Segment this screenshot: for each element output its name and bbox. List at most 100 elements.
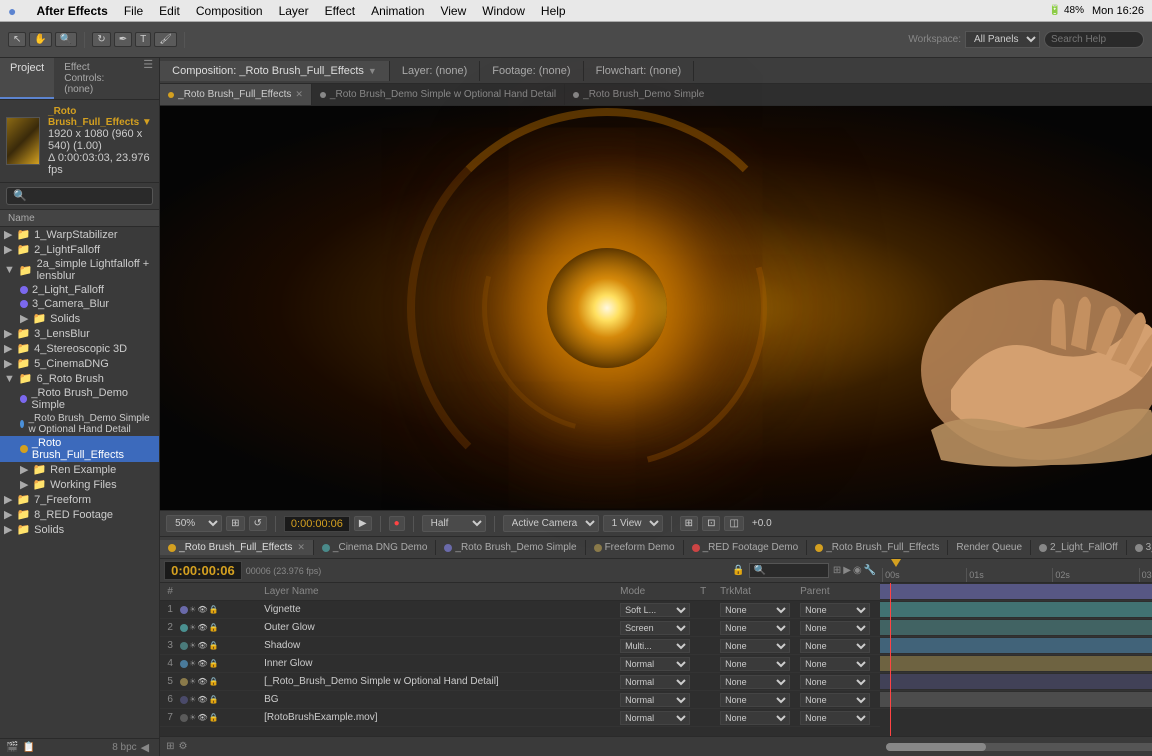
tl-tab-light-falloff[interactable]: 2_Light_FallOff bbox=[1031, 540, 1127, 555]
solo-icon[interactable]: ☀ bbox=[189, 713, 196, 722]
transparency-icon[interactable]: ◫ bbox=[724, 516, 743, 531]
tl-tab-freeform[interactable]: Freeform Demo bbox=[586, 540, 684, 555]
tree-item-3-camera-blur[interactable]: 3_Camera_Blur bbox=[0, 297, 159, 311]
viewer-tab-roto-full[interactable]: _Roto Brush_Full_Effects ✕ bbox=[160, 84, 312, 105]
project-search-input[interactable] bbox=[6, 187, 153, 205]
view-layout-select[interactable]: 1 View bbox=[603, 515, 663, 532]
menu-view[interactable]: View bbox=[440, 4, 466, 18]
tl-tool-4[interactable]: 🔧 bbox=[864, 565, 876, 576]
play-icon[interactable]: ▶ bbox=[354, 516, 372, 531]
parent-select-6[interactable]: None bbox=[800, 693, 870, 707]
tab-composition-roto-full[interactable]: Composition: _Roto Brush_Full_Effects ▼ bbox=[160, 61, 390, 81]
blend-mode-select-5[interactable]: Normal bbox=[620, 675, 690, 689]
tree-item-roto-full-effects[interactable]: _Roto Brush_Full_Effects bbox=[0, 436, 159, 462]
blend-mode-select-3[interactable]: Multi... bbox=[620, 639, 690, 653]
solo-icon[interactable]: ☀ bbox=[189, 641, 196, 650]
hand-tool[interactable]: ✋ bbox=[29, 32, 51, 47]
trkmat-select-5[interactable]: None bbox=[720, 675, 790, 689]
tl-bottom-icon-1[interactable]: ⊞ bbox=[166, 741, 174, 752]
record-icon[interactable]: ● bbox=[389, 516, 405, 531]
tree-item-ren-example[interactable]: ▶ 📁 Ren Example bbox=[0, 462, 159, 477]
viewer-tab-roto-simple[interactable]: _Roto Brush_Demo Simple bbox=[565, 84, 712, 105]
tab-project[interactable]: Project bbox=[0, 58, 54, 99]
text-tool[interactable]: T bbox=[135, 32, 151, 47]
parent-select-4[interactable]: None bbox=[800, 657, 870, 671]
tab-layer[interactable]: Layer: (none) bbox=[390, 61, 480, 81]
tl-tab-cinemadng[interactable]: _Cinema DNG Demo bbox=[314, 540, 436, 555]
tree-item-solids-1[interactable]: ▶ 📁 Solids bbox=[0, 311, 159, 326]
trkmat-select-6[interactable]: None bbox=[720, 693, 790, 707]
playhead-handle[interactable] bbox=[890, 559, 902, 582]
tree-item-freeform[interactable]: ▶ 📁 7_Freeform bbox=[0, 492, 159, 507]
track-bar-5[interactable] bbox=[880, 656, 1152, 671]
menu-effect[interactable]: Effect bbox=[325, 4, 355, 18]
lock-icon[interactable]: 🔒 bbox=[208, 695, 218, 704]
tree-item-cinemadng[interactable]: ▶ 📁 5_CinemaDNG bbox=[0, 356, 159, 371]
tree-item-rotobrush[interactable]: ▼ 📁 6_Roto Brush bbox=[0, 371, 159, 386]
tree-item-2-light-falloff[interactable]: 2_Light_Falloff bbox=[0, 283, 159, 297]
track-bar-1[interactable] bbox=[880, 584, 1152, 599]
track-bar-6[interactable] bbox=[880, 674, 1152, 689]
rotate-tool[interactable]: ↻ bbox=[92, 32, 110, 47]
tree-item-solids-2[interactable]: ▶ 📁 Solids bbox=[0, 522, 159, 537]
layer-row-1[interactable]: 1 ☀ 👁 🔒 Vignette So bbox=[160, 601, 880, 619]
tree-item-warpstabilizer[interactable]: ▶ 📁 1_WarpStabilizer bbox=[0, 227, 159, 242]
trkmat-select-3[interactable]: None bbox=[720, 639, 790, 653]
track-bar-2[interactable] bbox=[880, 602, 1152, 617]
tree-item-roto-simple[interactable]: _Roto Brush_Demo Simple bbox=[0, 386, 159, 412]
composition-viewer[interactable] bbox=[160, 106, 1152, 510]
new-comp-icon[interactable]: 📋 bbox=[22, 742, 34, 753]
blend-mode-select-7[interactable]: Normal bbox=[620, 711, 690, 725]
menu-edit[interactable]: Edit bbox=[159, 4, 180, 18]
menu-animation[interactable]: Animation bbox=[371, 4, 424, 18]
reset-view-icon[interactable]: ↺ bbox=[249, 516, 267, 531]
tab-footage[interactable]: Footage: (none) bbox=[480, 61, 583, 81]
solo-icon[interactable]: ☀ bbox=[189, 659, 196, 668]
tl-tab-render-queue[interactable]: Render Queue bbox=[948, 540, 1031, 555]
current-time-display[interactable]: 0:00:00:06 bbox=[164, 561, 242, 580]
overlay-icon[interactable]: ⊡ bbox=[702, 516, 720, 531]
solo-icon[interactable]: ☀ bbox=[189, 677, 196, 686]
menu-window[interactable]: Window bbox=[482, 4, 525, 18]
layer-row-6[interactable]: 6 ☀ 👁 🔒 BG Normal bbox=[160, 691, 880, 709]
tl-tab-roto-full[interactable]: _Roto Brush_Full_Effects ✕ bbox=[160, 540, 314, 555]
tab-flowchart[interactable]: Flowchart: (none) bbox=[584, 61, 695, 81]
trkmat-select-7[interactable]: None bbox=[720, 711, 790, 725]
timeline-search[interactable] bbox=[749, 563, 829, 578]
zoom-select[interactable]: 50%100%25% bbox=[166, 515, 222, 532]
tree-item-2a-simple[interactable]: ▼ 📁 2a_simple Lightfalloff + lensblur bbox=[0, 257, 159, 283]
track-bar-3[interactable] bbox=[880, 620, 1152, 635]
visibility-icon[interactable]: 👁 bbox=[197, 677, 207, 686]
tracks-scroll-bar[interactable] bbox=[880, 736, 1152, 756]
solo-icon[interactable]: ☀ bbox=[189, 623, 196, 632]
viewer-tab-roto-demo[interactable]: _Roto Brush_Demo Simple w Optional Hand … bbox=[312, 84, 565, 105]
scroll-left[interactable]: ◀ bbox=[141, 741, 149, 754]
quality-select[interactable]: HalfFullQuarter bbox=[422, 515, 486, 532]
tree-item-lightfalloff[interactable]: ▶ 📁 2_LightFalloff bbox=[0, 242, 159, 257]
view-mode-select[interactable]: Active Camera bbox=[503, 515, 599, 532]
parent-select-1[interactable]: None bbox=[800, 603, 870, 617]
zoom-tool[interactable]: 🔍 bbox=[55, 32, 77, 47]
tl-tool-2[interactable]: ▶ bbox=[843, 565, 851, 576]
tree-item-stereoscopic[interactable]: ▶ 📁 4_Stereoscopic 3D bbox=[0, 341, 159, 356]
visibility-icon[interactable]: 👁 bbox=[197, 659, 207, 668]
panel-menu-icon[interactable]: ☰ bbox=[137, 58, 159, 99]
layer-row-5[interactable]: 5 ☀ 👁 🔒 [_Roto_Brush_Demo Simple w Optio… bbox=[160, 673, 880, 691]
select-tool[interactable]: ↖ bbox=[8, 32, 26, 47]
lock-icon[interactable]: 🔒 bbox=[208, 623, 218, 632]
layer-row-2[interactable]: 2 ☀ 👁 🔒 Outer Glow bbox=[160, 619, 880, 637]
blend-mode-select-2[interactable]: Screen bbox=[620, 621, 690, 635]
track-bar-4[interactable] bbox=[880, 638, 1152, 653]
parent-select-2[interactable]: None bbox=[800, 621, 870, 635]
fit-to-comp-icon[interactable]: ⊞ bbox=[226, 516, 244, 531]
lock-icon[interactable]: 🔒 bbox=[732, 565, 744, 576]
menu-composition[interactable]: Composition bbox=[196, 4, 263, 18]
visibility-icon[interactable]: 👁 bbox=[197, 641, 207, 650]
menu-help[interactable]: Help bbox=[541, 4, 566, 18]
blend-mode-select-1[interactable]: Soft L... bbox=[620, 603, 690, 617]
workspace-select[interactable]: All Panels bbox=[965, 31, 1040, 48]
visibility-icon[interactable]: 👁 bbox=[197, 713, 207, 722]
tl-bottom-icon-2[interactable]: ⚙ bbox=[179, 741, 188, 752]
trkmat-select-2[interactable]: None bbox=[720, 621, 790, 635]
parent-select-5[interactable]: None bbox=[800, 675, 870, 689]
